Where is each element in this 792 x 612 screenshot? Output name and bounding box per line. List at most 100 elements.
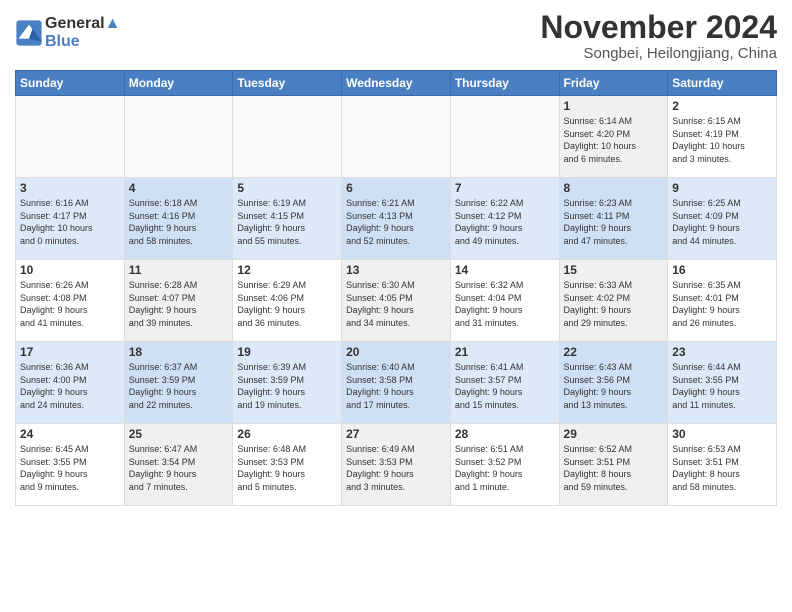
day-number: 8 [564,181,664,195]
table-cell: 13Sunrise: 6:30 AM Sunset: 4:05 PM Dayli… [342,260,451,342]
table-cell: 10 Sunrise: 6:26 AM Sunset: 4:08 PM Dayli… [16,260,125,342]
day-number: 25 [129,427,229,441]
day-info: Sunrise: 6:53 AM Sunset: 3:51 PM Dayligh… [672,443,772,493]
table-cell [342,96,451,178]
day-number: 2 [672,99,772,113]
table-cell: 8 Sunrise: 6:23 AM Sunset: 4:11 PM Daylig… [559,178,668,260]
table-cell [16,96,125,178]
table-cell: 20 Sunrise: 6:40 AM Sunset: 3:58 PM Dayli… [342,342,451,424]
col-thursday: Thursday [450,71,559,96]
day-number: 27 [346,427,446,441]
day-info: Sunrise: 6:43 AM Sunset: 3:56 PM Dayligh… [564,361,664,411]
day-number: 15 [564,263,664,277]
day-number: 10 [20,263,120,277]
day-info: Sunrise: 6:45 AM Sunset: 3:55 PM Dayligh… [20,443,120,493]
table-cell: 15 Sunrise: 6:33 AM Sunset: 4:02 PM Dayli… [559,260,668,342]
day-info: Sunrise: 6:23 AM Sunset: 4:11 PM Dayligh… [564,197,664,247]
table-cell: 22 Sunrise: 6:43 AM Sunset: 3:56 PM Dayli… [559,342,668,424]
calendar-table: Sunday Monday Tuesday Wednesday Thursday… [15,70,777,506]
day-info: Sunrise: 6:19 AM Sunset: 4:15 PM Dayligh… [237,197,337,247]
page-header: General▲ Blue November 2024 Songbei, Hei… [15,10,777,62]
day-info: Sunrise: 6:32 AM Sunset: 4:04 PM Dayligh… [455,279,555,329]
day-info: Sunrise: 6:29 AM Sunset: 4:06 PM Dayligh… [237,279,337,329]
day-number: 23 [672,345,772,359]
table-cell: 25Sunrise: 6:47 AM Sunset: 3:54 PM Dayli… [124,424,233,506]
calendar-row: 24 Sunrise: 6:45 AM Sunset: 3:55 PM Dayli… [16,424,777,506]
day-info: Sunrise: 6:22 AM Sunset: 4:12 PM Dayligh… [455,197,555,247]
day-number: 19 [237,345,337,359]
table-cell: 16 Sunrise: 6:35 AM Sunset: 4:01 PM Dayli… [668,260,777,342]
calendar-row: 10 Sunrise: 6:26 AM Sunset: 4:08 PM Dayli… [16,260,777,342]
day-info: Sunrise: 6:33 AM Sunset: 4:02 PM Dayligh… [564,279,664,329]
day-info: Sunrise: 6:41 AM Sunset: 3:57 PM Dayligh… [455,361,555,411]
table-cell [450,96,559,178]
day-number: 5 [237,181,337,195]
day-number: 28 [455,427,555,441]
table-cell: 7 Sunrise: 6:22 AM Sunset: 4:12 PM Daylig… [450,178,559,260]
day-number: 21 [455,345,555,359]
day-number: 30 [672,427,772,441]
day-number: 18 [129,345,229,359]
day-number: 22 [564,345,664,359]
day-info: Sunrise: 6:39 AM Sunset: 3:59 PM Dayligh… [237,361,337,411]
logo-icon [15,19,43,47]
day-info: Sunrise: 6:37 AM Sunset: 3:59 PM Dayligh… [129,361,229,411]
table-cell: 11Sunrise: 6:28 AM Sunset: 4:07 PM Dayli… [124,260,233,342]
calendar-row: 17 Sunrise: 6:36 AM Sunset: 4:00 PM Dayli… [16,342,777,424]
table-cell: 5 Sunrise: 6:19 AM Sunset: 4:15 PM Daylig… [233,178,342,260]
title-block: November 2024 Songbei, Heilongjiang, Chi… [540,10,777,62]
day-number: 7 [455,181,555,195]
day-info: Sunrise: 6:40 AM Sunset: 3:58 PM Dayligh… [346,361,446,411]
table-cell: 26Sunrise: 6:48 AM Sunset: 3:53 PM Dayli… [233,424,342,506]
day-info: Sunrise: 6:35 AM Sunset: 4:01 PM Dayligh… [672,279,772,329]
calendar-row: 1 Sunrise: 6:14 AM Sunset: 4:20 PM Daylig… [16,96,777,178]
col-sunday: Sunday [16,71,125,96]
table-cell: 19 Sunrise: 6:39 AM Sunset: 3:59 PM Dayli… [233,342,342,424]
day-info: Sunrise: 6:26 AM Sunset: 4:08 PM Dayligh… [20,279,120,329]
day-info: Sunrise: 6:16 AM Sunset: 4:17 PM Dayligh… [20,197,120,247]
day-number: 17 [20,345,120,359]
table-cell: 1 Sunrise: 6:14 AM Sunset: 4:20 PM Daylig… [559,96,668,178]
table-cell: 28 Sunrise: 6:51 AM Sunset: 3:52 PM Dayli… [450,424,559,506]
day-number: 16 [672,263,772,277]
day-info: Sunrise: 6:25 AM Sunset: 4:09 PM Dayligh… [672,197,772,247]
day-info: Sunrise: 6:15 AM Sunset: 4:19 PM Dayligh… [672,115,772,165]
table-cell: 24 Sunrise: 6:45 AM Sunset: 3:55 PM Dayli… [16,424,125,506]
table-cell [233,96,342,178]
table-cell: 30 Sunrise: 6:53 AM Sunset: 3:51 PM Dayli… [668,424,777,506]
table-cell: 14 Sunrise: 6:32 AM Sunset: 4:04 PM Dayli… [450,260,559,342]
day-info: Sunrise: 6:51 AM Sunset: 3:52 PM Dayligh… [455,443,555,493]
header-row: Sunday Monday Tuesday Wednesday Thursday… [16,71,777,96]
day-number: 14 [455,263,555,277]
logo-text: General▲ Blue [45,15,120,51]
day-number: 9 [672,181,772,195]
day-info: Sunrise: 6:44 AM Sunset: 3:55 PM Dayligh… [672,361,772,411]
location-subtitle: Songbei, Heilongjiang, China [540,45,777,62]
table-cell: 29Sunrise: 6:52 AM Sunset: 3:51 PM Dayli… [559,424,668,506]
table-cell: 4 Sunrise: 6:18 AM Sunset: 4:16 PM Daylig… [124,178,233,260]
day-info: Sunrise: 6:49 AM Sunset: 3:53 PM Dayligh… [346,443,446,493]
day-number: 1 [564,99,664,113]
day-number: 20 [346,345,446,359]
day-number: 12 [237,263,337,277]
table-cell: 18 Sunrise: 6:37 AM Sunset: 3:59 PM Dayli… [124,342,233,424]
day-number: 26 [237,427,337,441]
day-number: 3 [20,181,120,195]
day-info: Sunrise: 6:18 AM Sunset: 4:16 PM Dayligh… [129,197,229,247]
day-info: Sunrise: 6:28 AM Sunset: 4:07 PM Dayligh… [129,279,229,329]
page-container: General▲ Blue November 2024 Songbei, Hei… [0,0,792,511]
day-info: Sunrise: 6:14 AM Sunset: 4:20 PM Dayligh… [564,115,664,165]
day-number: 13 [346,263,446,277]
table-cell: 21 Sunrise: 6:41 AM Sunset: 3:57 PM Dayli… [450,342,559,424]
day-info: Sunrise: 6:36 AM Sunset: 4:00 PM Dayligh… [20,361,120,411]
day-number: 4 [129,181,229,195]
logo: General▲ Blue [15,15,120,51]
day-info: Sunrise: 6:21 AM Sunset: 4:13 PM Dayligh… [346,197,446,247]
table-cell: 3 Sunrise: 6:16 AM Sunset: 4:17 PM Daylig… [16,178,125,260]
table-cell: 6 Sunrise: 6:21 AM Sunset: 4:13 PM Daylig… [342,178,451,260]
col-monday: Monday [124,71,233,96]
col-tuesday: Tuesday [233,71,342,96]
table-cell: 27 Sunrise: 6:49 AM Sunset: 3:53 PM Dayli… [342,424,451,506]
day-number: 24 [20,427,120,441]
day-number: 6 [346,181,446,195]
